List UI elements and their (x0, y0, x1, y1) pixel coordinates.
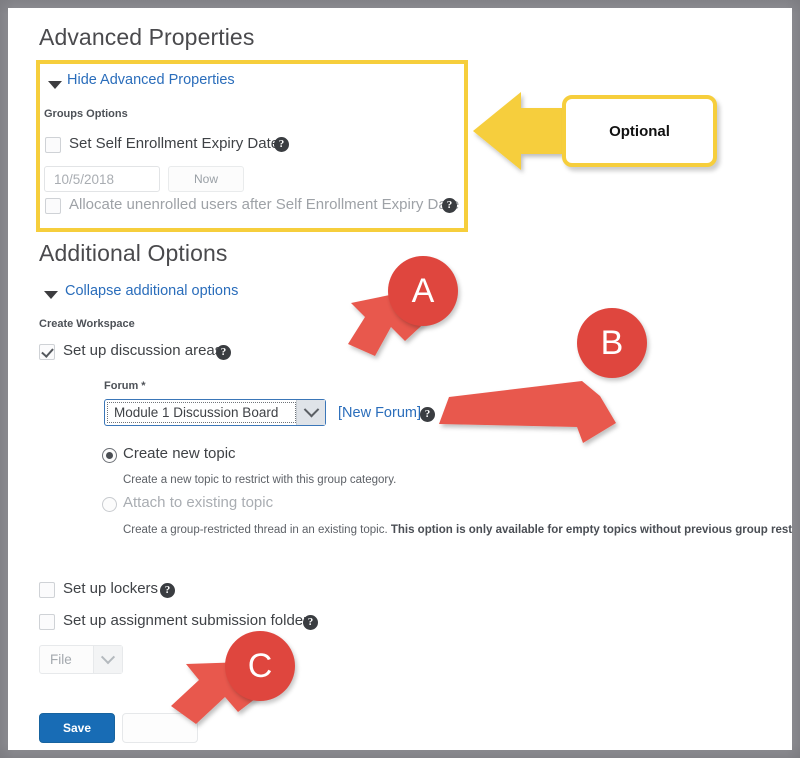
expiry-help-icon[interactable]: ? (274, 137, 289, 152)
set-up-assignment-folders-label: Set up assignment submission folders (63, 612, 316, 629)
new-forum-link[interactable]: [New Forum] (338, 405, 421, 421)
cancel-button[interactable] (122, 713, 198, 743)
save-button[interactable]: Save (39, 713, 115, 743)
discussion-areas-help-icon[interactable]: ? (216, 345, 231, 360)
chevron-down-additional-icon[interactable] (44, 291, 58, 299)
allocate-unenrolled-users-checkbox[interactable] (45, 198, 61, 214)
expiry-date-input[interactable]: 10/5/2018 (44, 166, 160, 192)
chevron-down-icon (296, 400, 325, 425)
set-self-enrollment-expiry-label: Set Self Enrollment Expiry Date (69, 135, 280, 152)
advanced-properties-heading: Advanced Properties (39, 24, 255, 50)
groups-options-label: Groups Options (44, 108, 128, 120)
attach-existing-topic-help-text: Create a group-restricted thread in an e… (123, 524, 792, 536)
file-type-select-value: File (50, 652, 72, 667)
additional-options-heading: Additional Options (39, 240, 228, 266)
allocate-help-icon[interactable]: ? (442, 198, 457, 213)
set-up-assignment-folders-checkbox[interactable] (39, 614, 55, 630)
assignment-folders-help-icon[interactable]: ? (303, 615, 318, 630)
create-new-topic-help-text: Create a new topic to restrict with this… (123, 474, 397, 486)
hide-advanced-properties-link[interactable]: Hide Advanced Properties (67, 72, 235, 88)
allocate-unenrolled-users-label: Allocate unenrolled users after Self Enr… (69, 196, 460, 213)
chevron-down-icon (93, 646, 122, 673)
file-type-select[interactable]: File (39, 645, 123, 674)
set-up-lockers-checkbox[interactable] (39, 582, 55, 598)
set-self-enrollment-expiry-checkbox[interactable] (45, 137, 61, 153)
set-up-discussion-areas-checkbox[interactable] (39, 344, 55, 360)
radio-create-new-topic[interactable] (102, 448, 117, 463)
forum-select-value: Module 1 Discussion Board (107, 402, 296, 423)
now-button[interactable]: Now (168, 166, 244, 192)
set-up-lockers-label: Set up lockers (63, 580, 159, 597)
screenshot-frame: Advanced Properties Hide Advanced Proper… (0, 0, 800, 758)
attach-help-bold: This option is only available for empty … (390, 524, 792, 536)
create-workspace-label: Create Workspace (39, 318, 135, 330)
lockers-help-icon[interactable]: ? (160, 583, 175, 598)
set-up-discussion-areas-label: Set up discussion areas (63, 342, 223, 359)
page-canvas: Advanced Properties Hide Advanced Proper… (8, 8, 792, 750)
forum-field-label: Forum * (104, 380, 146, 392)
forum-select[interactable]: Module 1 Discussion Board (104, 399, 326, 426)
radio-attach-existing-topic[interactable] (102, 497, 117, 512)
new-forum-help-icon[interactable]: ? (420, 407, 435, 422)
radio-create-new-topic-label: Create new topic (123, 445, 236, 462)
advanced-properties-panel: Hide Advanced Properties Groups Options … (36, 60, 468, 232)
collapse-additional-options-link[interactable]: Collapse additional options (65, 283, 238, 299)
attach-help-normal: Create a group-restricted thread in an e… (123, 524, 391, 536)
radio-attach-existing-topic-label: Attach to existing topic (123, 494, 274, 511)
chevron-down-icon[interactable] (48, 81, 62, 89)
